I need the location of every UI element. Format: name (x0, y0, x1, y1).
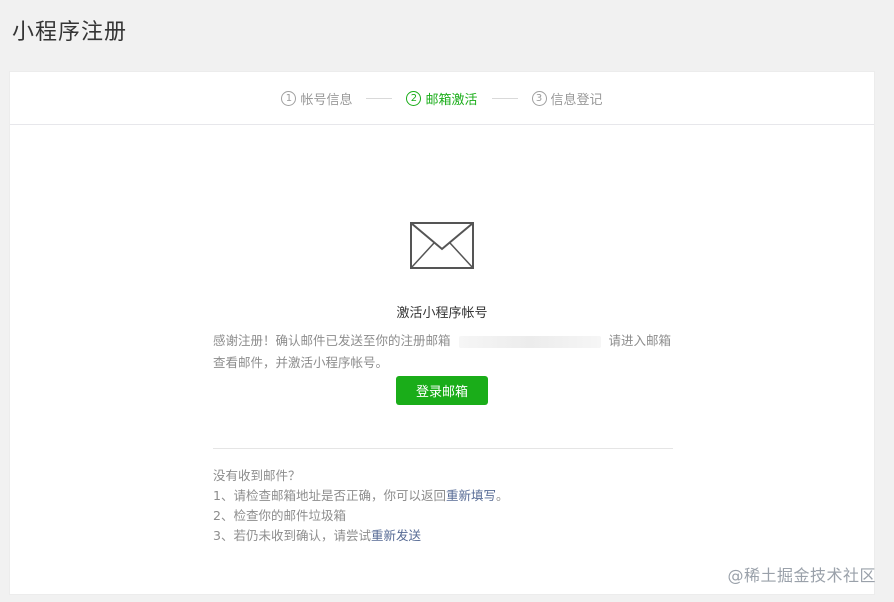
desc-text: 感谢注册！确认邮件已发送至你的注册邮箱 (213, 333, 451, 348)
help-section: 没有收到邮件？ 1、请检查邮箱地址是否正确，你可以返回重新填写。 2、检查你的邮… (213, 466, 673, 546)
help-heading: 没有收到邮件？ (213, 468, 301, 483)
masked-email (458, 335, 601, 348)
activation-description: 感谢注册！确认邮件已发送至你的注册邮箱 请进入邮箱查看邮件，并激活小程序帐号。 (213, 330, 673, 374)
step-email-activation: 2 邮箱激活 (406, 89, 478, 108)
step-indicator: 1 帐号信息 2 邮箱激活 3 信息登记 (10, 72, 874, 125)
step-label: 邮箱激活 (425, 92, 478, 108)
help-line-3: 3、若仍未收到确认，请尝试重新发送 (213, 526, 673, 546)
help-line-1: 1、请检查邮箱地址是否正确，你可以返回重新填写。 (213, 486, 673, 506)
divider (213, 448, 673, 449)
step-number: 1 (281, 90, 297, 106)
help-text: 。 (495, 488, 509, 503)
activation-title: 激活小程序帐号 (396, 306, 488, 321)
step-separator (366, 97, 393, 99)
envelope-icon (410, 222, 474, 269)
page-title: 小程序注册 (12, 20, 128, 45)
login-email-button[interactable]: 登录邮箱 (396, 376, 488, 405)
resend-link[interactable]: 重新发送 (371, 528, 421, 543)
step-label: 帐号信息 (300, 92, 353, 108)
watermark: @稀土掘金技术社区 (727, 566, 876, 585)
help-text: 3、若仍未收到确认，请尝试 (213, 528, 371, 543)
step-separator (491, 97, 518, 99)
step-number: 2 (406, 90, 422, 106)
registration-card: 1 帐号信息 2 邮箱激活 3 信息登记 激活小程序帐号 感谢注册！确认邮件已发… (10, 72, 874, 594)
step-account-info: 1 帐号信息 (281, 89, 352, 108)
help-line-2: 2、检查你的邮件垃圾箱 (213, 508, 346, 523)
refill-link[interactable]: 重新填写 (446, 488, 496, 503)
step-label: 信息登记 (550, 92, 603, 108)
step-info-registration: 3 信息登记 (531, 89, 603, 108)
step-number: 3 (531, 90, 547, 106)
help-text: 1、请检查邮箱地址是否正确，你可以返回 (213, 488, 446, 503)
